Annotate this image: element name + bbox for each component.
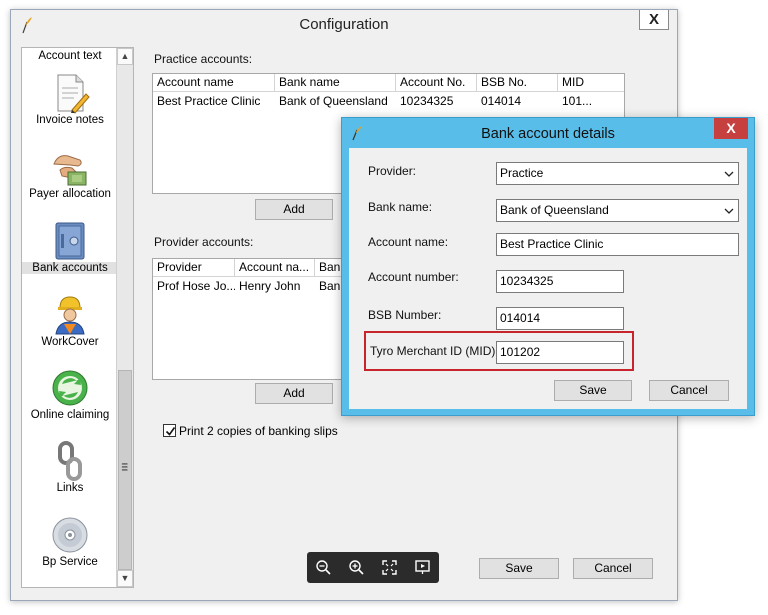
column-header[interactable]: Account No. bbox=[396, 74, 477, 92]
sidebar-item-label: Payer allocation bbox=[29, 188, 111, 200]
payer-allocation-icon bbox=[53, 155, 87, 186]
window-title: Configuration bbox=[299, 16, 389, 33]
dialog-close-button[interactable]: X bbox=[714, 118, 748, 139]
scroll-thumb[interactable]: ━ ━ ━ bbox=[118, 370, 132, 570]
sidebar-item-invoice-notes[interactable]: Invoice notes bbox=[22, 72, 118, 126]
sidebar-item-workcover[interactable]: WorkCover bbox=[22, 294, 118, 348]
scroll-up-icon[interactable]: ▲ bbox=[117, 48, 133, 65]
sidebar-item-label: Online claiming bbox=[30, 409, 110, 421]
column-header[interactable]: Bank name bbox=[275, 74, 396, 92]
table-cell: Prof Hose Jo... bbox=[157, 279, 235, 293]
tyro-mid-field[interactable]: 101202 bbox=[496, 341, 624, 364]
sidebar-item-payer-allocation[interactable]: Payer allocation bbox=[22, 146, 118, 200]
dialog-body: Provider: Practice Bank name: Bank of Qu… bbox=[349, 148, 747, 409]
column-header[interactable]: Account na... bbox=[235, 259, 315, 277]
provider-label: Provider: bbox=[368, 164, 417, 178]
table-cell: 014014 bbox=[481, 94, 522, 108]
list-header: Account name Bank name Account No. BSB N… bbox=[153, 74, 624, 92]
bank-safe-icon bbox=[55, 222, 85, 260]
bp-service-disc-icon bbox=[52, 517, 88, 553]
workcover-worker-icon bbox=[55, 296, 85, 335]
table-cell: 10234325 bbox=[400, 94, 454, 108]
invoice-notes-icon bbox=[57, 74, 90, 114]
bsb-number-label: BSB Number: bbox=[368, 308, 442, 322]
print-copies-checkbox-row[interactable]: Print 2 copies of banking slips bbox=[163, 424, 338, 438]
practice-add-button[interactable]: Add bbox=[255, 199, 333, 220]
bank-account-details-dialog: Bank account details X Provider: Practic… bbox=[341, 117, 755, 416]
close-button[interactable]: X bbox=[639, 10, 669, 30]
tyro-mid-label: Tyro Merchant ID (MID): bbox=[370, 344, 499, 358]
links-chain-icon bbox=[58, 441, 82, 481]
cancel-button[interactable]: Cancel bbox=[573, 558, 653, 579]
print-copies-label: Print 2 copies of banking slips bbox=[179, 424, 338, 438]
sidebar-item-bank-accounts[interactable]: Bank accounts bbox=[22, 220, 118, 274]
chevron-down-icon bbox=[724, 171, 734, 177]
dialog-cancel-button[interactable]: Cancel bbox=[649, 380, 729, 401]
table-row[interactable]: Best Practice Clinic Bank of Queensland … bbox=[153, 93, 624, 111]
table-cell: Best Practice Clinic bbox=[157, 94, 261, 108]
table-row[interactable]: Prof Hose Jo... Henry John Ban bbox=[153, 278, 351, 296]
sidebar-item-label: WorkCover bbox=[41, 336, 99, 348]
zoom-toolbar bbox=[307, 552, 439, 583]
bsb-number-field[interactable]: 014014 bbox=[496, 307, 624, 330]
provider-accounts-list[interactable]: Provider Account na... Ban Prof Hose Jo.… bbox=[152, 258, 352, 380]
online-claiming-icon bbox=[52, 370, 88, 406]
app-feather-icon bbox=[352, 126, 362, 141]
column-header[interactable]: BSB No. bbox=[477, 74, 558, 92]
sidebar-item-online-claiming[interactable]: Online claiming bbox=[22, 367, 118, 421]
zoom-in-icon[interactable] bbox=[348, 559, 365, 576]
checkmark-icon bbox=[165, 427, 176, 436]
list-header: Provider Account na... Ban bbox=[153, 259, 351, 277]
sidebar-item-label: Bp Service bbox=[42, 556, 98, 568]
practice-accounts-label: Practice accounts: bbox=[154, 52, 253, 66]
sidebar-item-bp-service[interactable]: Bp Service bbox=[22, 514, 118, 568]
presentation-icon[interactable] bbox=[414, 559, 431, 576]
dialog-save-button[interactable]: Save bbox=[554, 380, 632, 401]
app-feather-icon bbox=[22, 17, 32, 34]
table-cell: Henry John bbox=[239, 279, 301, 293]
sidebar-item-label: Links bbox=[56, 482, 84, 494]
chevron-down-icon bbox=[724, 208, 734, 214]
column-header[interactable]: MID bbox=[558, 74, 624, 92]
scroll-down-icon[interactable]: ▼ bbox=[117, 570, 133, 587]
column-header[interactable]: Account name bbox=[153, 74, 275, 92]
account-name-field[interactable]: Best Practice Clinic bbox=[496, 233, 739, 256]
bank-name-select[interactable]: Bank of Queensland bbox=[496, 199, 739, 222]
provider-value: Practice bbox=[500, 166, 544, 180]
sidebar-item-label: Invoice notes bbox=[36, 114, 104, 126]
bank-name-value: Bank of Queensland bbox=[500, 203, 609, 217]
window-titlebar: Configuration X bbox=[11, 10, 677, 40]
fit-screen-icon[interactable] bbox=[381, 559, 398, 576]
dialog-title: Bank account details bbox=[481, 126, 615, 142]
sidebar-item-label: Bank accounts bbox=[22, 262, 118, 274]
column-header[interactable]: Provider bbox=[153, 259, 235, 277]
zoom-out-icon[interactable] bbox=[315, 559, 332, 576]
account-name-label: Account name: bbox=[368, 235, 449, 249]
table-cell: 101... bbox=[562, 94, 593, 108]
provider-select[interactable]: Practice bbox=[496, 162, 739, 185]
save-button[interactable]: Save bbox=[479, 558, 559, 579]
sidebar: Account text Invoice notes Payer allocat… bbox=[21, 47, 134, 588]
print-copies-checkbox[interactable] bbox=[163, 424, 176, 437]
provider-accounts-label: Provider accounts: bbox=[154, 235, 254, 249]
bank-name-label: Bank name: bbox=[368, 200, 433, 214]
grip-icon: ━ ━ ━ bbox=[122, 459, 128, 475]
sidebar-item-links[interactable]: Links bbox=[22, 440, 118, 494]
account-number-label: Account number: bbox=[368, 270, 459, 284]
sidebar-scrollbar[interactable]: ▲ ━ ━ ━ ▼ bbox=[116, 48, 133, 587]
table-cell: Bank of Queensland bbox=[279, 94, 388, 108]
account-number-field[interactable]: 10234325 bbox=[496, 270, 624, 293]
sidebar-item-account-text[interactable]: Account text bbox=[22, 50, 118, 62]
dialog-titlebar: Bank account details X bbox=[342, 118, 754, 147]
sidebar-item-label: Account text bbox=[38, 50, 102, 62]
provider-add-button[interactable]: Add bbox=[255, 383, 333, 404]
